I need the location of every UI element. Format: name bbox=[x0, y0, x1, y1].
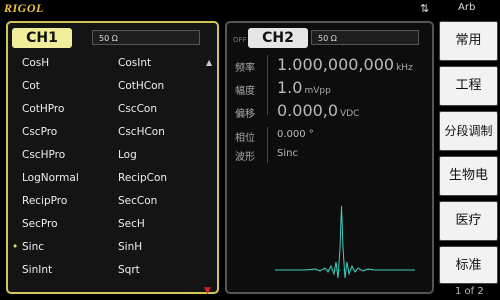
offset-value: 0.000,0 VDC bbox=[277, 101, 360, 120]
ch2-impedance: 50 Ω bbox=[311, 30, 419, 45]
waveform-label: 波形 bbox=[235, 152, 255, 163]
list-item[interactable]: CosH bbox=[22, 57, 49, 69]
list-item[interactable]: RecipPro bbox=[22, 195, 67, 207]
list-item[interactable]: SecCon bbox=[118, 195, 157, 207]
softkey-segmented[interactable]: 分段调制 bbox=[439, 111, 498, 151]
softkey-bioelectric[interactable]: 生物电 bbox=[439, 156, 498, 196]
list-item[interactable]: SecPro bbox=[22, 218, 58, 230]
softkey-medical[interactable]: 医疗 bbox=[439, 201, 498, 241]
list-item[interactable]: CotHCon bbox=[118, 80, 164, 92]
list-item[interactable]: LogNormal bbox=[22, 172, 79, 184]
softkey-standard[interactable]: 标准 bbox=[439, 246, 498, 284]
list-item[interactable]: RecipCon bbox=[118, 172, 167, 184]
list-item[interactable]: SecH bbox=[118, 218, 145, 230]
list-item[interactable]: Sqrt bbox=[118, 264, 140, 276]
softkey-engineering[interactable]: 工程 bbox=[439, 66, 498, 106]
list-item[interactable]: CotHPro bbox=[22, 103, 64, 115]
list-item[interactable]: Log bbox=[118, 149, 137, 161]
list-item[interactable]: SinH bbox=[118, 241, 142, 253]
ch2-output-state: OFF bbox=[233, 36, 247, 44]
offset-label: 偏移 bbox=[235, 109, 255, 120]
amplitude-label: 幅度 bbox=[235, 86, 255, 97]
list-item[interactable]: Cot bbox=[22, 80, 40, 92]
scroll-down-icon[interactable]: ▼ bbox=[204, 286, 211, 296]
softkey-menu: 常用 工程 分段调制 生物电 医疗 标准 bbox=[439, 21, 498, 291]
list-item[interactable]: CscHPro bbox=[22, 149, 65, 161]
phase-value: 0.000 ° bbox=[277, 129, 314, 140]
ch2-badge[interactable]: CH2 bbox=[248, 28, 308, 48]
softkey-common[interactable]: 常用 bbox=[439, 21, 498, 61]
list-item[interactable]: CscCon bbox=[118, 103, 157, 115]
brand-logo: RIGOL bbox=[4, 1, 44, 15]
list-item[interactable]: CscHCon bbox=[118, 126, 165, 138]
waveform-preview bbox=[275, 205, 415, 279]
ch2-panel[interactable]: OFF CH2 50 Ω 频率 1.000,000,000 kHz 幅度 1.0 m… bbox=[225, 21, 434, 294]
list-item[interactable]: CosInt bbox=[118, 57, 151, 69]
usb-icon: ⇅ bbox=[420, 2, 430, 15]
ch1-impedance: 50 Ω bbox=[92, 30, 200, 45]
ch1-badge[interactable]: CH1 bbox=[12, 28, 72, 48]
frequency-label: 频率 bbox=[235, 63, 255, 74]
amplitude-value: 1.0 mVpp bbox=[277, 78, 331, 97]
list-item-selected[interactable]: Sinc bbox=[12, 241, 44, 253]
scroll-up-icon[interactable]: ▲ bbox=[206, 58, 212, 67]
ch1-panel[interactable]: OFF CH1 50 Ω CosH Cot CotHPro CscPro Csc… bbox=[6, 21, 219, 296]
frequency-value: 1.000,000,000 kHz bbox=[277, 55, 413, 74]
mode-indicator: Arb bbox=[458, 2, 476, 13]
page-indicator: 1 of 2 bbox=[455, 286, 484, 297]
waveform-value: Sinc bbox=[277, 148, 298, 159]
status-bar: RIGOL ⇅ Arb bbox=[0, 0, 500, 17]
phase-label: 相位 bbox=[235, 133, 255, 144]
list-item[interactable]: SinInt bbox=[22, 264, 52, 276]
list-item[interactable]: CscPro bbox=[22, 126, 57, 138]
